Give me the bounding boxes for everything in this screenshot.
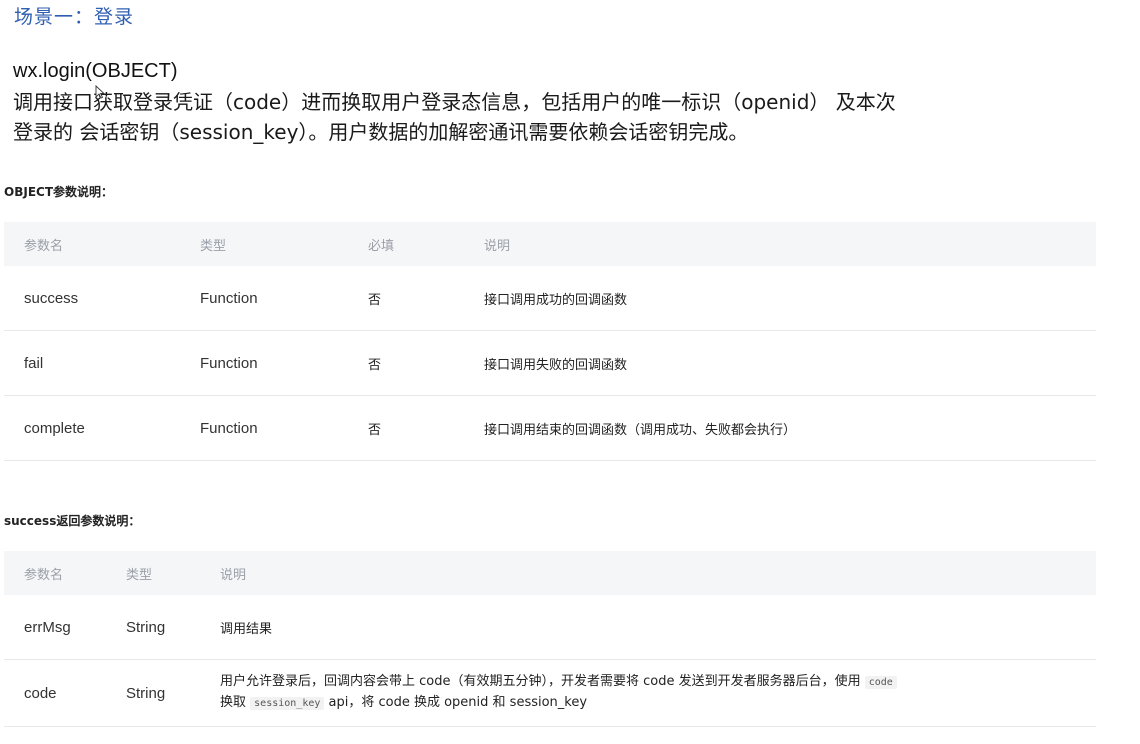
- param-required: 否: [348, 266, 464, 331]
- header-description: 说明: [200, 551, 1096, 595]
- param-description: 接口调用结束的回调函数（调用成功、失败都会执行）: [464, 395, 1096, 461]
- header-type: 类型: [106, 551, 200, 595]
- inline-code-session-key: session_key: [250, 697, 325, 710]
- param-name: fail: [4, 330, 180, 396]
- param-type: Function: [180, 266, 348, 331]
- header-required: 必填: [348, 222, 464, 266]
- param-type: Function: [180, 395, 348, 461]
- scene-title: 场景一：登录: [14, 6, 135, 28]
- table-row: code String 用户允许登录后，回调内容会带上 code（有效期五分钟）…: [4, 659, 1096, 727]
- mouse-pointer-icon: [95, 85, 105, 99]
- param-name: code: [4, 659, 106, 727]
- table-header-row: 参数名 类型 说明: [4, 551, 1096, 595]
- param-description: 接口调用失败的回调函数: [464, 330, 1096, 396]
- object-params-table: 参数名 类型 必填 说明 success Function 否 接口调用成功的回…: [4, 222, 1096, 461]
- param-type: Function: [180, 330, 348, 396]
- param-required: 否: [348, 395, 464, 461]
- header-param-name: 参数名: [4, 222, 180, 266]
- table-row: errMsg String 调用结果: [4, 595, 1096, 660]
- header-description: 说明: [464, 222, 1096, 266]
- code-desc-part-3: api，将 code 换成 openid 和 session_key: [324, 695, 588, 710]
- api-description: 调用接口获取登录凭证（code）进而换取用户登录态信息，包括用户的唯一标识（op…: [13, 87, 1123, 147]
- table-row: fail Function 否 接口调用失败的回调函数: [4, 330, 1096, 396]
- param-description: 用户允许登录后，回调内容会带上 code（有效期五分钟），开发者需要将 code…: [200, 659, 1096, 727]
- param-description: 接口调用成功的回调函数: [464, 266, 1096, 331]
- header-type: 类型: [180, 222, 348, 266]
- table-row: complete Function 否 接口调用结束的回调函数（调用成功、失败都…: [4, 395, 1096, 461]
- table-header-row: 参数名 类型 必填 说明: [4, 222, 1096, 266]
- param-name: errMsg: [4, 595, 106, 660]
- param-type: String: [106, 595, 200, 660]
- api-name: wx.login(OBJECT): [13, 60, 178, 82]
- param-type: String: [106, 659, 200, 727]
- param-description: 调用结果: [200, 595, 1096, 660]
- api-description-line-1: 调用接口获取登录凭证（code）进而换取用户登录态信息，包括用户的唯一标识（op…: [13, 90, 896, 114]
- code-desc-part-1: 用户允许登录后，回调内容会带上 code（有效期五分钟），开发者需要将 code…: [220, 674, 861, 689]
- success-params-table: 参数名 类型 说明 errMsg String 调用结果 code String…: [4, 551, 1096, 727]
- param-name: complete: [4, 395, 180, 461]
- inline-code-code: code: [864, 676, 897, 689]
- header-param-name: 参数名: [4, 551, 106, 595]
- table-row: success Function 否 接口调用成功的回调函数: [4, 266, 1096, 331]
- api-description-line-2: 登录的 会话密钥（session_key）。用户数据的加解密通讯需要依赖会话密钥…: [13, 120, 749, 144]
- param-required: 否: [348, 330, 464, 396]
- code-desc-part-2: 换取: [220, 695, 247, 710]
- object-params-title: OBJECT参数说明：: [4, 185, 114, 199]
- param-name: success: [4, 266, 180, 331]
- success-params-title: success返回参数说明：: [4, 514, 141, 528]
